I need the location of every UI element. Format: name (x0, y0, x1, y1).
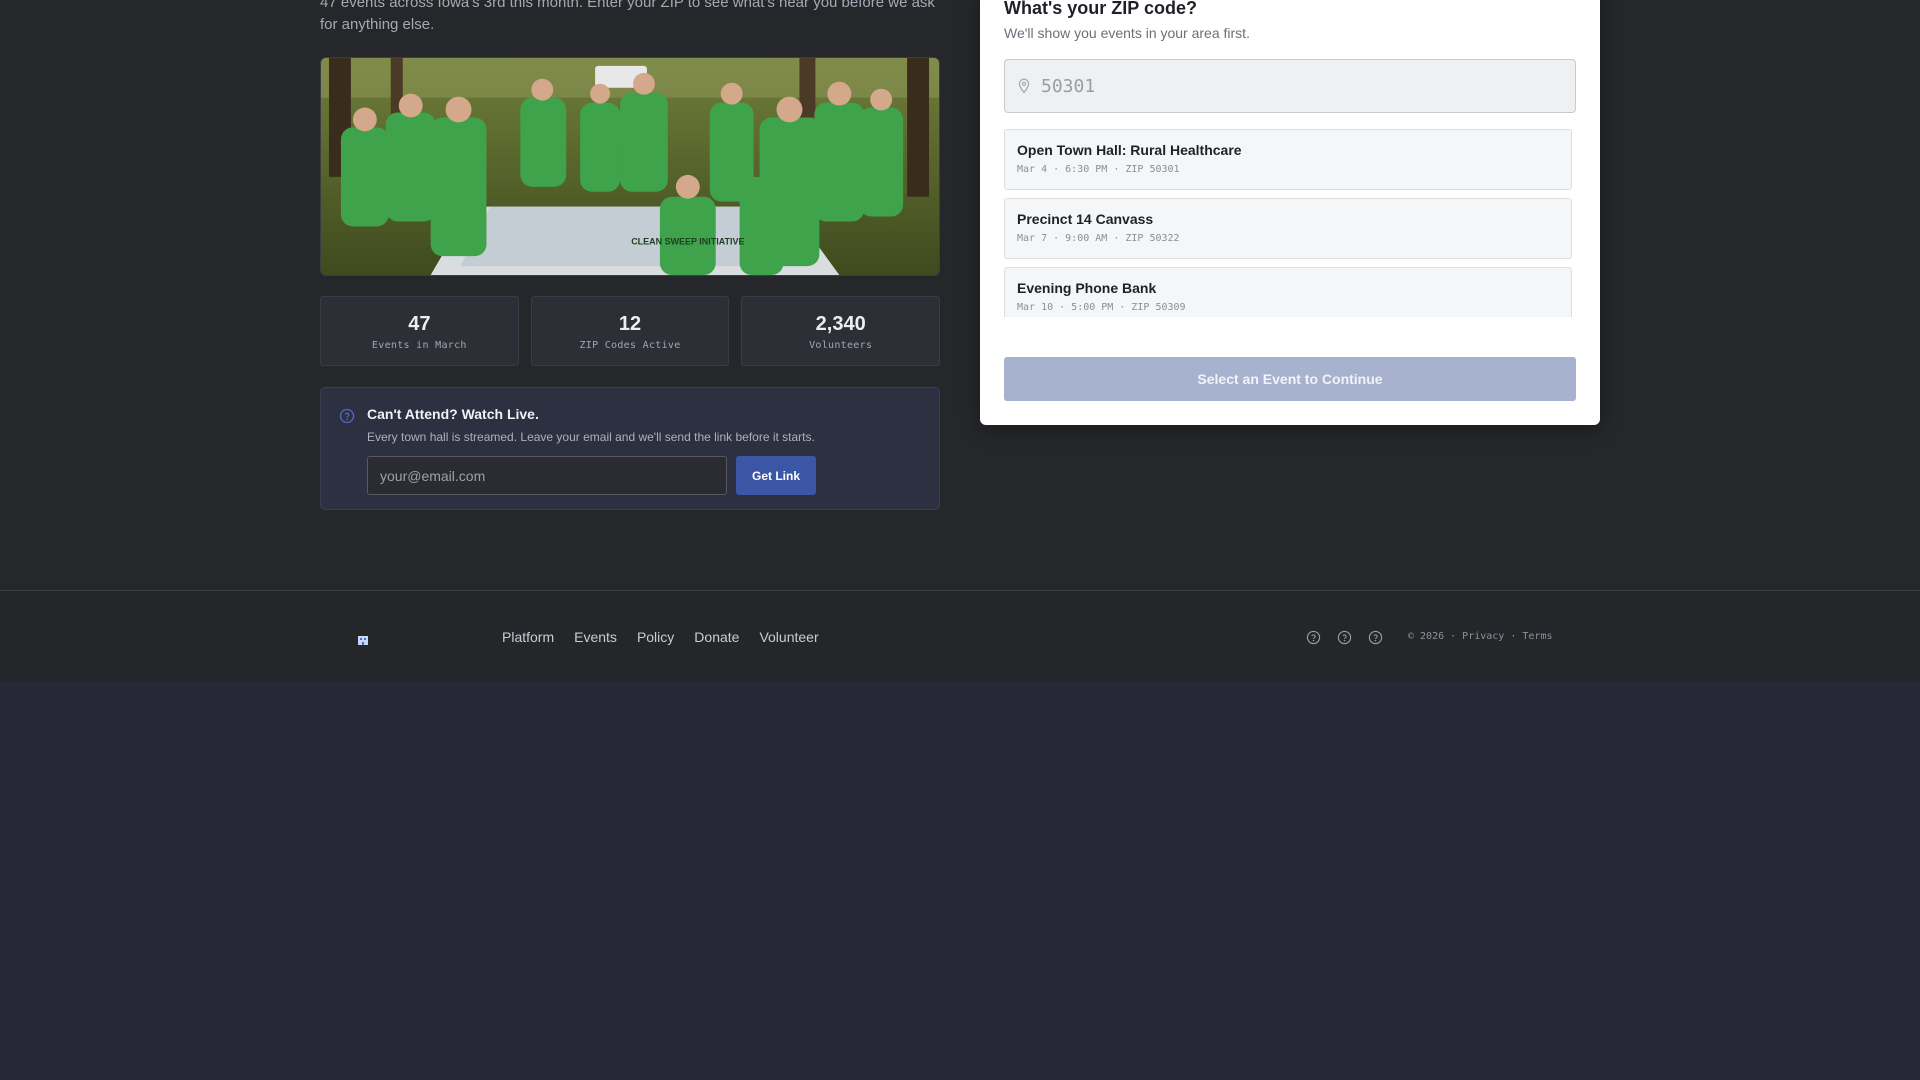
stat-value: 47 (408, 312, 431, 335)
hero-image: CLEAN SWEEP INITIATIVE (320, 57, 940, 276)
watch-live-title: Can't Attend? Watch Live. (367, 406, 539, 422)
event-meta: Mar 7 · 9:00 AM · ZIP 50322 (1017, 233, 1180, 244)
event-item-town-hall[interactable]: Open Town Hall: Rural Healthcare Mar 4 ·… (1004, 129, 1572, 190)
footer-legal: © 2026 · Privacy · Terms (1408, 631, 1553, 642)
continue-button[interactable]: Select an Event to Continue (1004, 357, 1576, 401)
help-circle-icon (339, 408, 355, 429)
stat-label: Volunteers (809, 339, 873, 351)
footer-link-events[interactable]: Events (574, 629, 617, 645)
stat-value: 2,340 (815, 312, 866, 335)
zip-card-subtitle: We'll show you events in your area first… (1004, 25, 1250, 41)
email-input[interactable] (367, 456, 727, 495)
building-icon[interactable] (357, 633, 369, 651)
watch-live-description: Every town hall is streamed. Leave your … (367, 430, 815, 444)
vest-text: CLEAN SWEEP INITIATIVE (631, 236, 744, 246)
footer: Platform Events Policy Donate Volunteer … (0, 590, 1920, 682)
footer-link-platform[interactable]: Platform (502, 629, 554, 645)
intro-text: 47 events across Iowa's 3rd this month. … (320, 0, 935, 33)
footer-nav: Platform Events Policy Donate Volunteer (502, 629, 819, 645)
stats-row: 47 Events in March 12 ZIP Codes Active 2… (320, 296, 941, 366)
stat-label: ZIP Codes Active (579, 339, 681, 351)
stat-events: 47 Events in March (320, 296, 519, 366)
zip-card: What's your ZIP code? We'll show you eve… (980, 0, 1600, 425)
help-circle-icon[interactable] (1337, 630, 1352, 650)
stat-volunteers: 2,340 Volunteers (741, 296, 941, 366)
footer-link-policy[interactable]: Policy (637, 629, 674, 645)
event-item-canvass[interactable]: Precinct 14 Canvass Mar 7 · 9:00 AM · ZI… (1004, 198, 1572, 259)
event-title: Evening Phone Bank (1017, 280, 1157, 296)
watch-live-panel: Can't Attend? Watch Live. Every town hal… (320, 387, 940, 510)
map-pin-icon (1017, 78, 1031, 99)
event-list: Open Town Hall: Rural Healthcare Mar 4 ·… (1004, 129, 1572, 317)
get-link-button[interactable]: Get Link (736, 456, 816, 495)
footer-link-volunteer[interactable]: Volunteer (759, 629, 818, 645)
zip-input[interactable] (1041, 60, 1561, 112)
event-item-phone-bank[interactable]: Evening Phone Bank Mar 10 · 5:00 PM · ZI… (1004, 267, 1572, 317)
event-title: Open Town Hall: Rural Healthcare (1017, 142, 1242, 158)
volunteers-photo: CLEAN SWEEP INITIATIVE (321, 58, 939, 275)
zip-card-title: What's your ZIP code? (1004, 0, 1197, 18)
help-circle-icon[interactable] (1368, 630, 1383, 650)
stat-label: Events in March (371, 339, 467, 351)
lower-background (0, 682, 1920, 1080)
zip-field[interactable] (1004, 59, 1576, 113)
footer-link-donate[interactable]: Donate (694, 629, 739, 645)
event-title: Precinct 14 Canvass (1017, 211, 1154, 227)
stat-value: 12 (618, 312, 642, 335)
help-circle-icon[interactable] (1306, 630, 1321, 650)
main-section: 47 events across Iowa's 3rd this month. … (0, 0, 1920, 590)
event-meta: Mar 10 · 5:00 PM · ZIP 50309 (1017, 302, 1186, 313)
footer-social-icons (1306, 630, 1383, 650)
stat-zip-codes: 12 ZIP Codes Active (530, 296, 730, 366)
event-meta: Mar 4 · 6:30 PM · ZIP 50301 (1017, 164, 1180, 175)
